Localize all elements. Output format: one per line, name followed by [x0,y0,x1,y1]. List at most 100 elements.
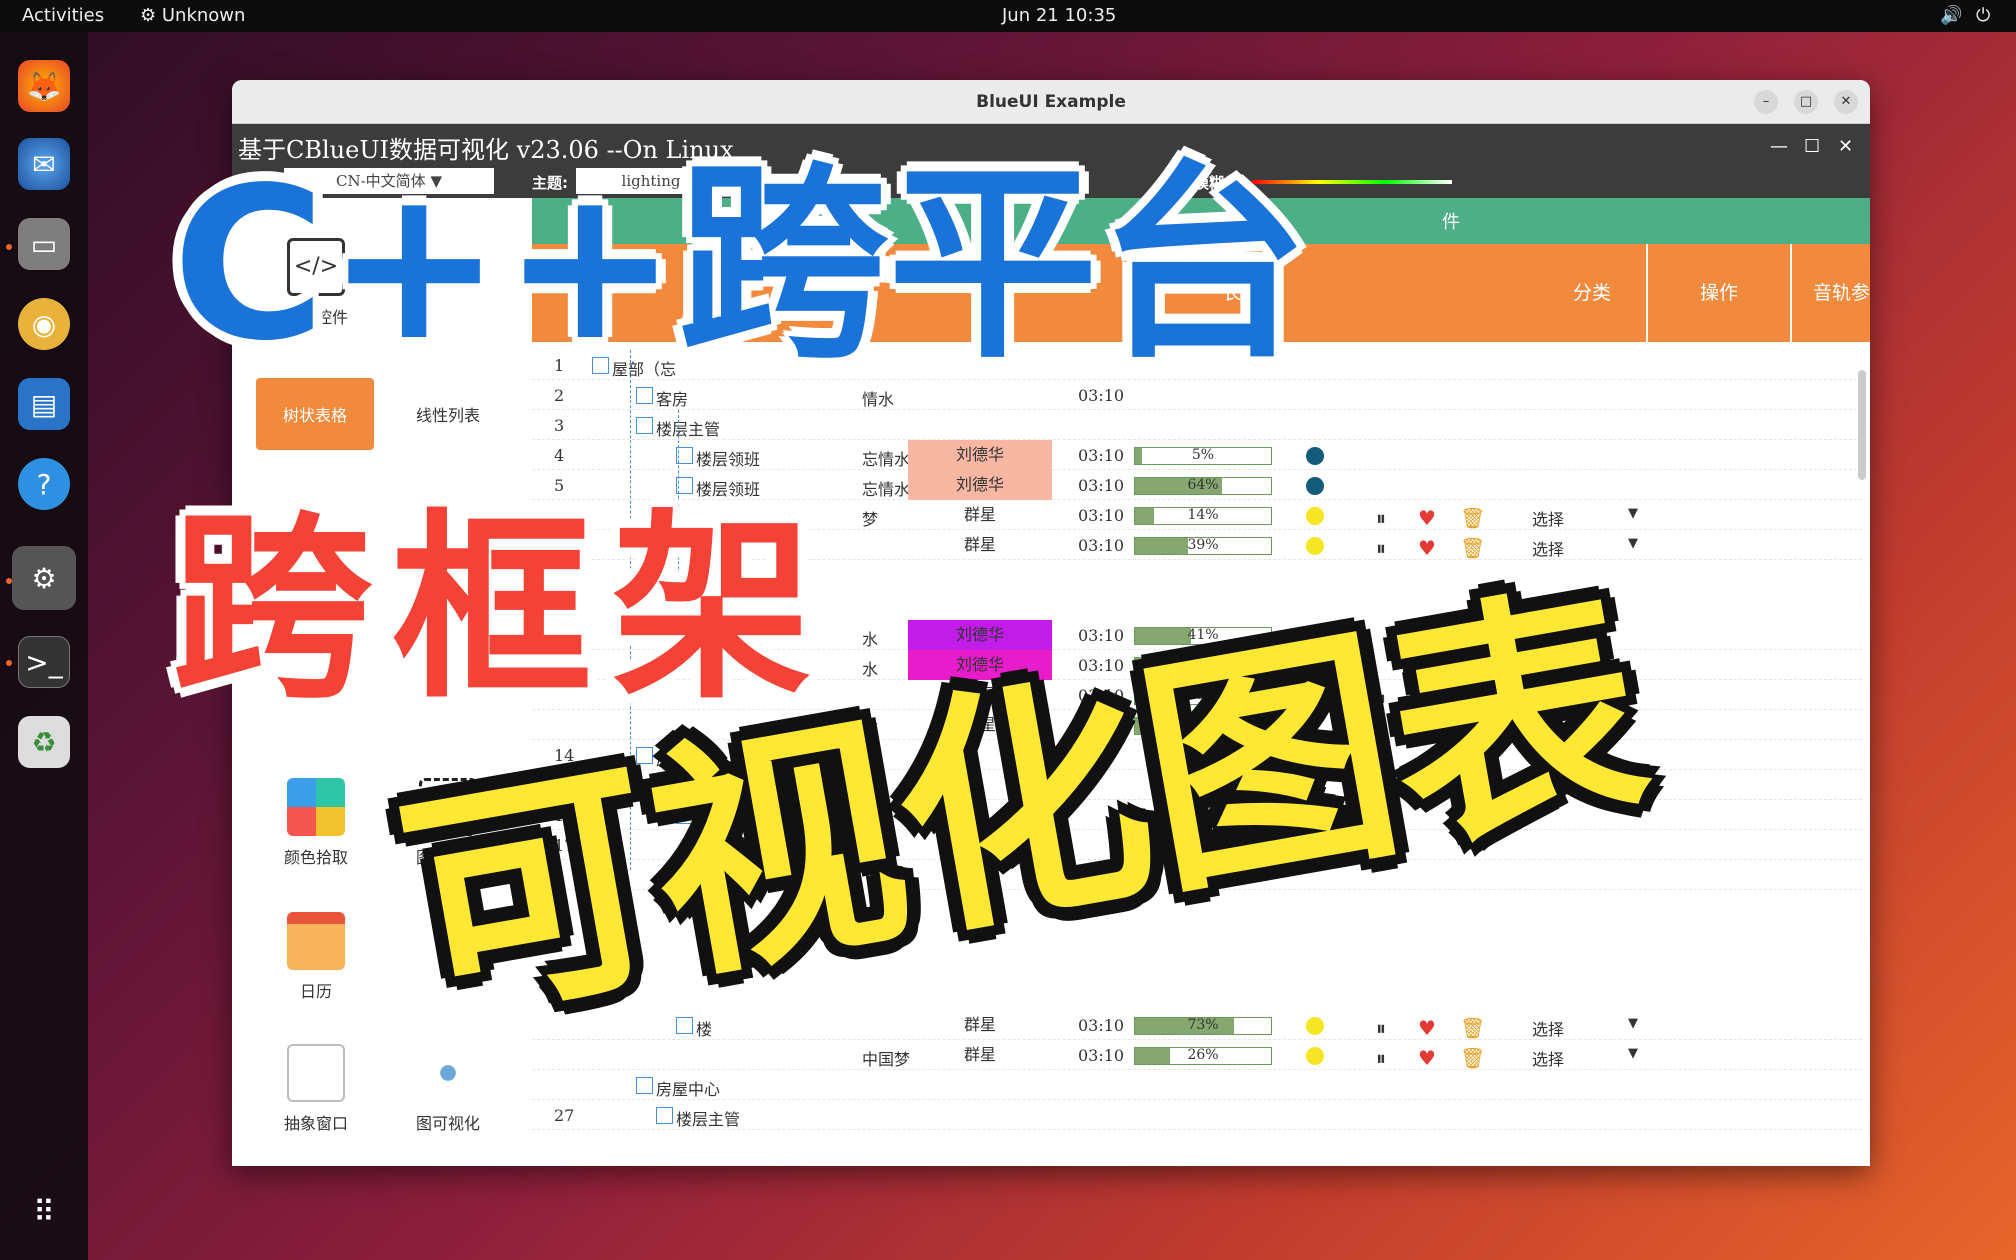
thunderbird-icon[interactable]: ✉ [18,138,70,190]
heart-icon[interactable]: ♥ [1418,536,1436,560]
trash-icon[interactable]: 🗑 [1460,1046,1485,1070]
chevron-down-icon[interactable]: ▼ [1628,536,1638,551]
volume-icon[interactable]: 🔊 [1940,5,1962,26]
row-artist: 群星 [963,1015,996,1034]
row-number: 4 [554,446,565,465]
table-row[interactable]: 27 楼层主管 [532,1100,1862,1130]
row-name: 客房 [656,390,689,409]
category-dot [1306,477,1324,495]
audio-select[interactable]: 选择 [1532,506,1564,530]
row-checkbox[interactable] [676,1017,693,1034]
nav-graph-visualization[interactable]: 图可视化 [388,1044,508,1134]
close-button[interactable]: ✕ [1834,90,1858,114]
pause-icon[interactable]: ⏸ [1376,1046,1386,1070]
header-category[interactable]: 分类 [1538,244,1646,342]
row-artist: 群星 [963,1045,996,1064]
pause-icon[interactable]: ⏸ [1376,506,1386,530]
row-song: 忘情水 [862,450,911,469]
trash-icon[interactable]: 🗑 [1460,506,1485,530]
help-icon[interactable]: ? [18,458,70,510]
row-time: 03:10 [1078,386,1125,405]
maximize-button[interactable]: □ [1794,90,1818,114]
row-time: 03:10 [1078,476,1125,495]
power-icon[interactable]: ⏻ [1976,5,1990,26]
category-dot [1306,1047,1324,1065]
nav-calendar[interactable]: 日历 [256,912,376,1002]
row-time: 03:10 [1078,446,1125,465]
row-artist: 刘德华 [908,470,1052,500]
chevron-down-icon[interactable]: ▼ [1628,1046,1638,1061]
audio-select[interactable]: 选择 [1532,1016,1564,1040]
pause-icon[interactable]: ⏸ [1376,536,1386,560]
row-progress: 39% [1134,537,1272,555]
progress-fill [1135,1018,1235,1034]
row-number: 27 [554,1106,575,1125]
row-checkbox[interactable] [636,417,653,434]
chevron-down-icon[interactable]: ▼ [1628,506,1638,521]
table-row[interactable]: 房屋中心 [532,1070,1862,1100]
category-dot [1306,537,1324,555]
row-song: 水 [862,630,879,649]
row-time: 03:10 [1078,506,1125,525]
heart-icon[interactable]: ♥ [1418,1016,1436,1040]
row-time: 03:10 [1078,536,1125,555]
pause-icon[interactable]: ⏸ [1376,1016,1386,1040]
window-icon [287,1044,345,1102]
nav-linear-list[interactable]: 线性列表 [388,402,508,426]
row-artist: 群星 [963,535,996,554]
table-row[interactable]: 中国梦 群星 03:10 26% ⏸ ♥ 🗑 选择 ▼ [532,1040,1862,1070]
row-song: 中国梦 [862,1050,911,1069]
app-menu[interactable]: ⚙ Unknown [140,5,245,26]
category-dot [1306,507,1324,525]
table-row[interactable]: 3 楼层主管 [532,410,1862,440]
row-progress: 14% [1134,507,1272,525]
row-name: 房屋中心 [656,1080,721,1099]
scrollbar[interactable] [1858,370,1866,480]
nav-abstract-window[interactable]: 抽象窗口 [256,1044,376,1134]
header-audio-params[interactable]: 音轨参数 [1790,244,1870,342]
row-number: 2 [554,386,565,405]
app-minimize-button[interactable]: — [1770,136,1788,157]
files-icon[interactable]: ▭ [18,218,70,270]
app-grid-icon[interactable]: ⠿ [18,1186,70,1238]
row-artist: 刘德华 [908,620,1052,650]
app-close-button[interactable]: ✕ [1838,136,1853,157]
table-row[interactable]: 4 楼层领班 忘情水 刘德华 03:10 5% [532,440,1862,470]
minimize-button[interactable]: – [1754,90,1778,114]
audio-select[interactable]: 选择 [1532,536,1564,560]
progress-fill [1135,508,1155,524]
progress-fill [1135,538,1189,554]
row-checkbox[interactable] [636,1077,653,1094]
row-checkbox[interactable] [656,1107,673,1124]
table-row[interactable]: 楼 群星 03:10 73% ⏸ ♥ 🗑 选择 ▼ [532,1010,1862,1040]
rhythmbox-icon[interactable]: ◉ [18,298,70,350]
row-name: 楼层领班 [696,450,761,469]
app-maximize-button[interactable]: ☐ [1804,136,1820,157]
trash-icon[interactable]: ♻ [18,716,70,768]
chevron-down-icon[interactable]: ▼ [1628,1016,1638,1031]
row-time: 03:10 [1078,1016,1125,1035]
tab-label[interactable]: 件 [1442,208,1460,234]
settings-icon[interactable]: ⚙ [12,546,76,610]
row-artist: 刘德华 [908,440,1052,470]
activities-button[interactable]: Activities [22,5,104,26]
row-progress: 26% [1134,1047,1272,1065]
nav-tree-table[interactable]: 树状表格 [256,378,374,450]
clock[interactable]: Jun 21 10:35 [1002,5,1116,26]
writer-icon[interactable]: ▤ [18,378,70,430]
trash-icon[interactable]: 🗑 [1460,536,1485,560]
firefox-icon[interactable]: 🦊 [18,60,70,112]
category-dot [1306,447,1324,465]
header-ops[interactable]: 操作 [1646,244,1790,342]
window-title: BlueUI Example [232,80,1870,124]
trash-icon[interactable]: 🗑 [1460,1016,1485,1040]
heart-icon[interactable]: ♥ [1418,506,1436,530]
audio-select[interactable]: 选择 [1532,1046,1564,1070]
row-checkbox[interactable] [636,387,653,404]
heart-icon[interactable]: ♥ [1418,1046,1436,1070]
row-time: 03:10 [1078,626,1125,645]
nav-color-picker[interactable]: 颜色拾取 [256,778,376,868]
row-progress: 5% [1134,447,1272,465]
row-number: 3 [554,416,565,435]
terminal-icon[interactable]: >_ [18,636,70,688]
